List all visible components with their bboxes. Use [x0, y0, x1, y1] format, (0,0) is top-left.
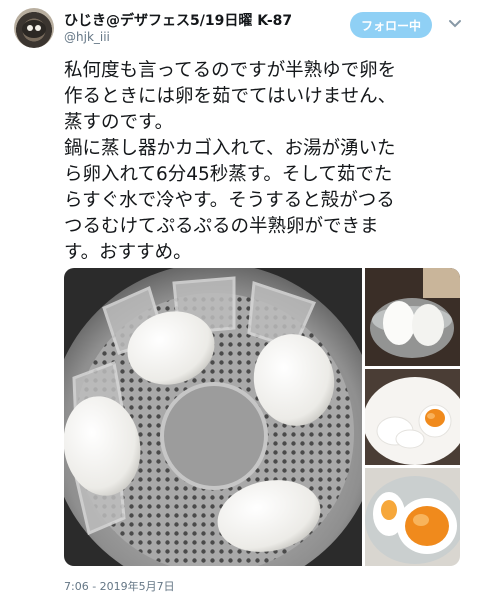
user-handle[interactable]: @hjk_iii — [64, 30, 110, 44]
avatar[interactable] — [14, 8, 54, 48]
tweet-timestamp[interactable]: 7:06 - 2019年5月7日 — [64, 578, 175, 594]
media-gallery — [64, 268, 460, 566]
follow-button[interactable]: フォロー中 — [350, 12, 432, 38]
photo-eggs-in-steamer[interactable] — [64, 268, 362, 566]
photo-peeled-eggs-in-glass-bowl[interactable] — [365, 268, 460, 366]
photo-soft-boiled-egg-yolk-closeup[interactable] — [365, 468, 460, 566]
photo-halved-eggs-on-plate[interactable] — [365, 369, 460, 465]
chevron-down-icon[interactable] — [446, 14, 464, 32]
tweet-text: 私何度も言ってるのですが半熟ゆで卵を 作るときには卵を茹でてはいけません、 蒸す… — [64, 60, 397, 263]
raccoon-dog-avatar-icon — [22, 20, 46, 38]
display-name[interactable]: ひじき@デザフェス5/19日曜 K-87 — [64, 10, 292, 30]
